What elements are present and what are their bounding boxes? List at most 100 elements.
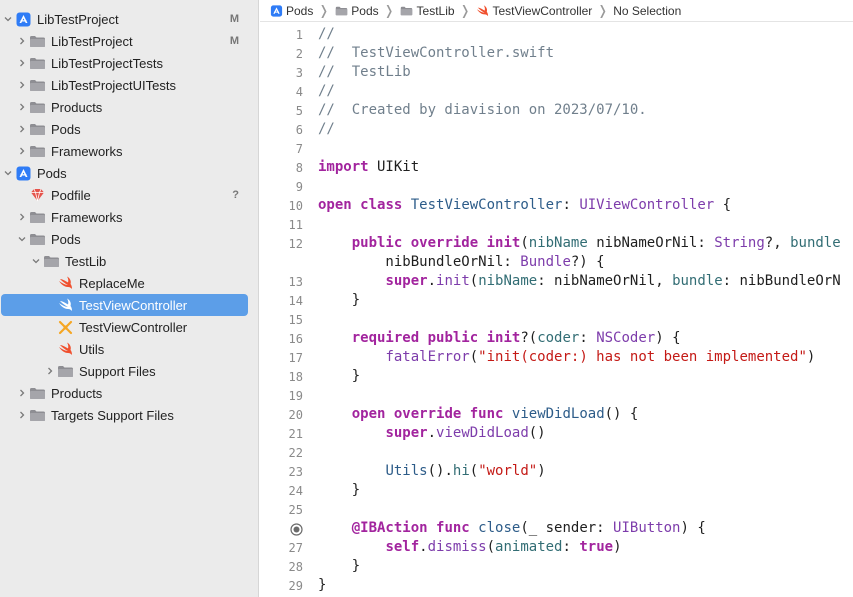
folder-icon [28,77,46,93]
code-line[interactable]: } [318,577,326,593]
navigator-item[interactable]: Pods [0,228,258,250]
code-line[interactable]: open override func viewDidLoad() { [318,406,639,422]
code-line[interactable]: // [318,83,335,99]
code-line[interactable]: // TestViewController.swift [318,45,554,61]
navigator-item[interactable]: Frameworks [0,140,258,162]
navigator-item[interactable]: LibTestProject M [0,8,258,30]
line-number: 19 [288,389,303,403]
chevron-down-icon[interactable] [2,8,14,30]
chevron-right-icon[interactable] [16,206,28,228]
code-token: "world" [478,463,538,479]
chevron-right-icon[interactable] [16,382,28,404]
navigator-item[interactable]: Pods [0,162,258,184]
navigator-item[interactable]: Targets Support Files [0,404,258,426]
navigator-item[interactable]: Pods [0,118,258,140]
chevron-down-icon[interactable] [2,162,14,184]
code-token: super [385,273,428,289]
code-line[interactable]: } [318,482,360,498]
breadcrumb-item[interactable]: Pods [269,3,313,19]
code-line[interactable]: @IBAction func close(_ sender: UIButton)… [318,520,706,536]
code-line[interactable]: public override init(nibName nibNameOrNi… [318,235,841,251]
line-number: 8 [295,161,303,175]
navigator-item-label: TestLib [65,253,107,269]
folder-icon [400,3,414,19]
navigator-item[interactable]: Support Files [0,360,258,382]
chevron-right-icon[interactable] [44,360,56,382]
code-line[interactable]: } [318,368,360,384]
navigator-item[interactable]: ReplaceMe [0,272,258,294]
code-token: ?, [764,235,791,251]
breadcrumb-item[interactable]: TestViewController [475,3,592,19]
breadcrumb-item[interactable]: Pods [334,3,379,19]
source-control-status-badge: M [229,35,239,47]
code-line[interactable]: self.dismiss(animated: true) [318,539,621,555]
breadcrumb-separator-icon: ❭ [597,2,609,18]
navigator-item[interactable]: TestViewController [0,316,258,338]
code-line[interactable]: Utils().hi("world") [318,463,545,479]
navigator-item[interactable]: Products [0,382,258,404]
navigator-item[interactable]: Frameworks [0,206,258,228]
code-line[interactable]: required public init?(coder: NSCoder) { [318,330,681,346]
code-token: public [427,330,479,346]
code-line[interactable]: // Created by diavision on 2023/07/10. [318,102,647,118]
navigator-item-label: Utils [79,341,105,357]
navigator-item[interactable]: Podfile? [0,184,258,206]
folder-icon [56,363,74,379]
code-line[interactable]: open class TestViewController: UIViewCon… [318,197,731,213]
ruby-gem-icon [28,187,46,203]
code-token: ) { [680,520,706,536]
chevron-right-icon[interactable] [16,52,28,74]
code-line[interactable]: super.viewDidLoad() [318,425,545,441]
swift-file-icon [475,3,489,19]
code-token: (). [427,463,453,479]
code-token: Utils [385,463,428,479]
chevron-right-icon[interactable] [16,30,28,52]
code-line[interactable]: // [318,26,335,42]
line-number: 3 [295,66,303,80]
code-line[interactable]: // [318,121,335,137]
code-token: } [318,558,361,574]
chevron-right-icon[interactable] [16,404,28,426]
chevron-right-icon[interactable] [16,140,28,162]
code-token: ( [469,463,479,479]
chevron-right-icon[interactable] [16,118,28,140]
breadcrumb-item[interactable]: TestLib [400,3,455,19]
folder-icon [28,55,46,71]
chevron-right-icon[interactable] [16,96,28,118]
navigator-item[interactable]: LibTestProject M [0,30,258,52]
code-line[interactable]: } [318,558,360,574]
code-line[interactable]: fatalError("init(coder:) has not been im… [318,349,815,365]
source-editor[interactable]: 1 // 2 // TestViewController.swift 3 // TestL… [260,22,853,597]
code-token: init [486,235,521,251]
code-token: // [318,26,335,42]
line-number: 28 [288,560,303,574]
navigator-item[interactable]: Products [0,96,258,118]
chevron-down-icon[interactable] [30,250,42,272]
code-line[interactable]: import UIKit [318,159,419,175]
navigator-item[interactable]: LibTestProjectTests [0,52,258,74]
navigator-item[interactable]: TestLib [0,250,258,272]
navigator-item[interactable]: Utils [0,338,258,360]
navigator-item-label: LibTestProjectUITests [51,77,176,93]
breadcrumb-item[interactable]: No Selection [613,4,681,18]
code-line[interactable]: super.init(nibName: nibNameOrNil, bundle… [318,273,840,289]
navigator-item[interactable]: TestViewController [0,294,258,316]
line-number: 20 [288,408,303,422]
code-line[interactable]: nibBundleOrNil: Bundle?) { [318,254,604,270]
code-line[interactable]: } [318,292,360,308]
code-line[interactable]: // TestLib [318,64,411,80]
folder-icon [28,385,46,401]
outlet-connection-icon[interactable] [290,523,303,536]
code-token: // [318,121,335,137]
chevron-right-icon[interactable] [16,74,28,96]
code-token: // TestLib [318,64,411,80]
line-number: 4 [295,85,303,99]
code-token: required [351,330,420,346]
code-token: dismiss [427,539,487,555]
chevron-down-icon[interactable] [16,228,28,250]
navigator-item[interactable]: LibTestProjectUITests [0,74,258,96]
